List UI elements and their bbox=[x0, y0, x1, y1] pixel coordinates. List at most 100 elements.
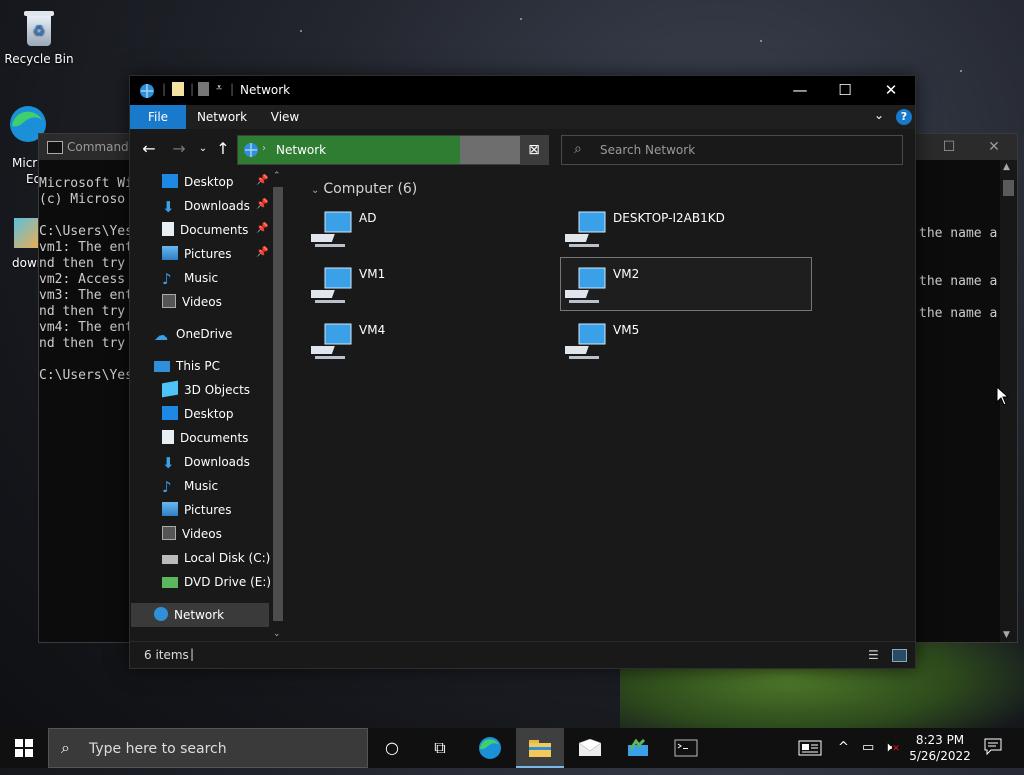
status-bar: 6 items | ☰ bbox=[130, 641, 915, 668]
nav-scrollbar[interactable]: ⌃ ⌄ bbox=[270, 169, 286, 641]
cmd-line: Microsoft Wi bbox=[39, 176, 133, 191]
customize-toolbar-icon[interactable]: ⩡ bbox=[216, 81, 222, 95]
computer-item-vm1[interactable]: VM1 bbox=[307, 258, 557, 310]
nav-item-downloads-pc[interactable]: ⬇ Downloads bbox=[162, 451, 250, 473]
cmd-line: nd then try bbox=[39, 256, 126, 271]
start-button[interactable] bbox=[0, 728, 48, 768]
cmd-maximize-button[interactable]: ☐ bbox=[929, 134, 969, 160]
nav-item-music[interactable]: ♪ Music bbox=[162, 267, 218, 289]
computer-item-vm5[interactable]: VM5 bbox=[561, 314, 811, 366]
nav-item-pictures[interactable]: Pictures bbox=[162, 243, 232, 265]
nav-item-videos-pc[interactable]: Videos bbox=[162, 523, 222, 545]
cmd-close-button[interactable]: ✕ bbox=[974, 134, 1014, 160]
tab-view[interactable]: View bbox=[260, 105, 310, 129]
expand-ribbon-chevron-icon[interactable]: ⌄ bbox=[874, 108, 884, 122]
desktop-icon-recycle-bin[interactable]: ♻ Recycle Bin bbox=[4, 8, 74, 66]
computer-name: VM1 bbox=[359, 267, 386, 281]
cmd-line: nd then try bbox=[39, 336, 126, 351]
nav-item-onedrive[interactable]: ☁ OneDrive bbox=[154, 323, 232, 345]
maximize-button[interactable]: ☐ bbox=[822, 76, 868, 105]
pin-icon[interactable]: 📌 bbox=[256, 175, 268, 186]
file-explorer-window[interactable]: | | ⩡ | Network — ☐ ✕ File Network View … bbox=[129, 75, 916, 669]
computer-item-desktop[interactable]: DESKTOP-I2AB1KD bbox=[561, 202, 811, 254]
computer-item-ad[interactable]: AD bbox=[307, 202, 557, 254]
navigation-pane[interactable]: Desktop 📌 ⬇ Downloads 📌 Documents 📌 Pictu… bbox=[130, 169, 286, 641]
volume-muted-icon[interactable]: 🕨✕ bbox=[884, 740, 900, 755]
nav-scroll-thumb[interactable] bbox=[273, 187, 283, 621]
nav-item-local-disk[interactable]: Local Disk (C:) bbox=[162, 547, 270, 569]
system-clock[interactable]: 8:23 PM 5/26/2022 bbox=[905, 732, 975, 764]
computer-item-vm2[interactable]: VM2 bbox=[560, 257, 812, 311]
music-icon: ♪ bbox=[162, 270, 172, 288]
breadcrumb-chevron-icon[interactable]: › bbox=[262, 143, 266, 154]
nav-item-desktop[interactable]: Desktop bbox=[162, 171, 234, 193]
desktop-icon-label: Micr bbox=[12, 156, 38, 170]
taskbar-command-prompt-button[interactable] bbox=[662, 728, 710, 768]
nav-item-this-pc[interactable]: This PC bbox=[154, 355, 220, 377]
mail-icon bbox=[578, 738, 602, 756]
scroll-up-icon[interactable]: ⌃ bbox=[273, 171, 281, 181]
details-view-icon[interactable]: ☰ bbox=[868, 648, 879, 662]
computer-icon bbox=[565, 211, 606, 247]
videos-icon bbox=[162, 294, 176, 308]
nav-label: Desktop bbox=[184, 175, 234, 189]
network-status-icon[interactable]: ▭ bbox=[862, 740, 874, 755]
nav-item-3d-objects[interactable]: 3D Objects bbox=[162, 379, 250, 401]
action-center-icon bbox=[984, 738, 1002, 756]
network-icon bbox=[140, 84, 154, 98]
tab-network[interactable]: Network bbox=[190, 105, 254, 129]
content-pane[interactable]: ⌄ Computer (6) AD DESKTOP-I2AB1KD VM1 VM2… bbox=[287, 169, 915, 641]
task-view-button[interactable]: ⧉ bbox=[416, 728, 464, 768]
taskbar-mail-button[interactable] bbox=[566, 728, 614, 768]
cmd-line: nd then try bbox=[39, 304, 126, 319]
mouse-cursor-icon bbox=[996, 386, 1010, 406]
computer-item-vm4[interactable]: VM4 bbox=[307, 314, 557, 366]
group-header-computer[interactable]: ⌄ Computer (6) bbox=[311, 181, 417, 197]
nav-item-desktop-pc[interactable]: Desktop bbox=[162, 403, 234, 425]
nav-item-documents-pc[interactable]: Documents bbox=[162, 427, 248, 449]
help-icon[interactable]: ? bbox=[896, 109, 912, 125]
address-bar[interactable]: › Network ⊠ bbox=[237, 135, 549, 165]
nav-item-dvd-drive[interactable]: DVD Drive (E:) C bbox=[162, 571, 283, 593]
up-button[interactable]: ↑ bbox=[212, 138, 234, 160]
forward-button[interactable]: → bbox=[168, 138, 190, 160]
tab-file[interactable]: File bbox=[130, 105, 186, 129]
large-icons-view-icon[interactable] bbox=[892, 649, 907, 662]
desktop-icon bbox=[162, 406, 178, 420]
search-box[interactable]: ⌕ Search Network bbox=[561, 135, 903, 165]
cortana-button[interactable]: ○ bbox=[368, 728, 416, 768]
nav-item-pictures-pc[interactable]: Pictures bbox=[162, 499, 232, 521]
computer-icon bbox=[311, 323, 352, 359]
new-folder-icon[interactable] bbox=[198, 82, 209, 96]
pin-icon[interactable]: 📌 bbox=[256, 223, 268, 234]
back-button[interactable]: ← bbox=[138, 138, 160, 160]
taskbar-app-button[interactable] bbox=[614, 728, 662, 768]
nav-item-documents[interactable]: Documents bbox=[162, 219, 248, 241]
show-hidden-icons-chevron-icon[interactable]: ^ bbox=[838, 740, 849, 755]
edge-icon bbox=[479, 737, 501, 759]
taskbar-file-explorer-button[interactable] bbox=[516, 728, 564, 768]
minimize-button[interactable]: — bbox=[777, 76, 823, 105]
notifications-icon[interactable] bbox=[984, 738, 1004, 760]
desktop-icon-label: Recycle Bin bbox=[4, 52, 74, 66]
pin-icon[interactable]: 📌 bbox=[256, 247, 268, 258]
taskbar-edge-button[interactable] bbox=[466, 728, 514, 768]
collapse-chevron-icon[interactable]: ⌄ bbox=[311, 185, 319, 196]
pin-icon[interactable]: 📌 bbox=[256, 199, 268, 210]
nav-item-videos[interactable]: Videos bbox=[162, 291, 222, 313]
taskbar-search-box[interactable]: ⌕ Type here to search bbox=[48, 728, 368, 768]
recycle-bin-icon: ♻ bbox=[21, 8, 57, 48]
nav-item-music-pc[interactable]: ♪ Music bbox=[162, 475, 218, 497]
cmd-scroll-thumb[interactable] bbox=[1003, 180, 1014, 196]
stop-loading-button[interactable]: ⊠ bbox=[520, 136, 548, 164]
news-widget-icon[interactable] bbox=[798, 740, 822, 760]
nav-item-downloads[interactable]: ⬇ Downloads bbox=[162, 195, 250, 217]
scroll-down-icon[interactable]: ⌄ bbox=[273, 629, 281, 639]
windows-logo-icon bbox=[15, 739, 33, 757]
close-button[interactable]: ✕ bbox=[868, 76, 914, 105]
nav-item-network[interactable]: Network bbox=[154, 604, 224, 626]
server-manager-icon bbox=[628, 738, 648, 756]
properties-icon[interactable] bbox=[172, 82, 184, 96]
recent-locations-chevron-icon[interactable]: ⌄ bbox=[192, 138, 214, 160]
explorer-title-bar[interactable]: | | ⩡ | Network — ☐ ✕ bbox=[130, 76, 915, 105]
